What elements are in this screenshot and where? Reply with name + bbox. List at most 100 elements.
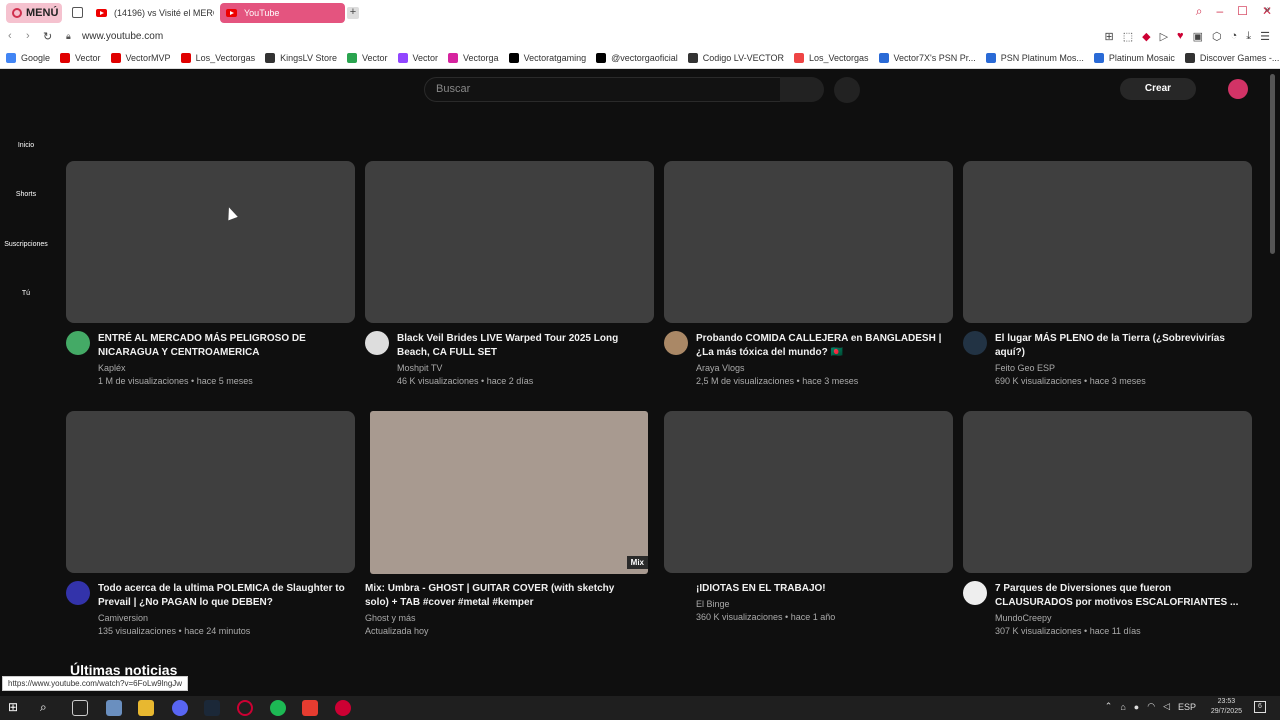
- scrollbar[interactable]: [1270, 74, 1275, 254]
- video-thumbnail[interactable]: [365, 161, 654, 323]
- opera-icon[interactable]: [237, 700, 253, 716]
- sidebar-item-tu[interactable]: Tú: [0, 290, 52, 297]
- discord-icon[interactable]: [172, 700, 188, 716]
- video-card[interactable]: Mix Mix: Umbra - GHOST | GUITAR COVER (wi…: [365, 411, 654, 636]
- language[interactable]: ESP: [1178, 702, 1196, 712]
- sidebar-item-inicio[interactable]: Inicio: [0, 142, 52, 149]
- bookmark-item[interactable]: Vector: [347, 53, 388, 63]
- channel-name[interactable]: Kapléx: [98, 363, 354, 373]
- spotify-icon[interactable]: [270, 700, 286, 716]
- channel-name[interactable]: Feito Geo ESP: [995, 363, 1251, 373]
- task-view-icon[interactable]: [72, 700, 88, 716]
- snapshot-icon[interactable]: ⬚: [1123, 30, 1133, 43]
- channel-name[interactable]: MundoCreepy: [995, 613, 1251, 623]
- browser-menu-button[interactable]: MENÚ: [6, 3, 62, 23]
- bookmark-item[interactable]: Los_Vectorgas: [793, 53, 869, 63]
- bookmark-item[interactable]: PSN Platinum Mos...: [985, 53, 1084, 63]
- forward-icon[interactable]: ›: [26, 30, 30, 42]
- wifi-icon[interactable]: ◠: [1147, 701, 1155, 712]
- video-thumbnail[interactable]: [963, 411, 1252, 573]
- bookmark-item[interactable]: Discover Games -...: [1184, 53, 1279, 63]
- mic-icon[interactable]: ●: [1134, 702, 1139, 712]
- video-thumbnail[interactable]: [963, 161, 1252, 323]
- channel-name[interactable]: Araya Vlogs: [696, 363, 952, 373]
- lock-icon[interactable]: 🔒︎: [66, 31, 74, 41]
- tab-workspace-icon[interactable]: [72, 7, 83, 18]
- tab-youtube[interactable]: YouTube: [220, 3, 345, 23]
- search-icon[interactable]: ⌕: [1196, 4, 1203, 19]
- account-icon[interactable]: ◔: [1231, 30, 1238, 43]
- play-icon[interactable]: ▷: [1160, 30, 1168, 43]
- video-title[interactable]: ENTRÉ AL MERCADO MÁS PELIGROSO DE NICARA…: [98, 332, 354, 360]
- video-card[interactable]: ¡IDIOTAS EN EL TRABAJO! El Binge 360 K vis…: [664, 411, 953, 622]
- menu-icon[interactable]: ☰: [1260, 30, 1270, 43]
- channel-name[interactable]: Ghost y más: [365, 613, 621, 623]
- channel-name[interactable]: El Binge: [696, 599, 952, 609]
- video-title[interactable]: ¡IDIOTAS EN EL TRABAJO!: [696, 582, 952, 596]
- app-icon[interactable]: [106, 700, 122, 716]
- back-icon[interactable]: ‹: [8, 30, 12, 42]
- bookmark-item[interactable]: Vector: [397, 53, 438, 63]
- video-thumbnail[interactable]: [66, 411, 355, 573]
- shield-icon[interactable]: ◆: [1142, 30, 1150, 43]
- sidebar-item-suscripciones[interactable]: Suscripciones: [0, 241, 52, 248]
- bookmark-item[interactable]: Vectoratgaming: [508, 53, 586, 63]
- heart-icon[interactable]: ♥: [1177, 30, 1184, 43]
- steam-icon[interactable]: [204, 700, 220, 716]
- bookmark-item[interactable]: Vector: [60, 53, 101, 63]
- reload-icon[interactable]: ↻: [43, 30, 52, 43]
- video-card[interactable]: El lugar MÁS PLENO de la Tierra (¿Sobrev…: [963, 161, 1252, 386]
- bookmark-item[interactable]: Google: [6, 53, 50, 63]
- extension-icon[interactable]: ▣: [1193, 30, 1203, 43]
- minimize-icon[interactable]: –: [1216, 4, 1223, 19]
- channel-avatar[interactable]: [365, 331, 389, 355]
- search-input[interactable]: Buscar: [424, 77, 781, 102]
- folder-icon[interactable]: [138, 700, 154, 716]
- voice-search-button[interactable]: [834, 77, 860, 103]
- bookmark-item[interactable]: Platinum Mosaic: [1093, 53, 1175, 63]
- bookmark-item[interactable]: Vector7X's PSN Pr...: [878, 53, 976, 63]
- notification-icon[interactable]: 6: [1254, 701, 1266, 713]
- video-card[interactable]: 7 Parques de Diversiones que fueron CLAU…: [963, 411, 1252, 636]
- video-thumbnail[interactable]: Mix: [370, 411, 648, 574]
- channel-avatar[interactable]: [963, 331, 987, 355]
- video-title[interactable]: Todo acerca de la ultima POLEMICA de Sla…: [98, 582, 354, 610]
- bookmark-item[interactable]: Vectorga: [448, 53, 499, 63]
- channel-avatar[interactable]: [66, 331, 90, 355]
- video-thumbnail[interactable]: [664, 161, 953, 323]
- channel-avatar[interactable]: [664, 331, 688, 355]
- clock[interactable]: 23:53 29/7/2025: [1211, 697, 1242, 717]
- channel-name[interactable]: Camiversion: [98, 613, 354, 623]
- video-card[interactable]: ENTRÉ AL MERCADO MÁS PELIGROSO DE NICARA…: [66, 161, 355, 386]
- new-tab-button[interactable]: +: [347, 7, 359, 19]
- video-title[interactable]: Mix: Umbra - GHOST | GUITAR COVER (with …: [365, 582, 621, 610]
- video-card[interactable]: Probando COMIDA CALLEJERA en BANGLADESH …: [664, 161, 953, 386]
- video-card[interactable]: Todo acerca de la ultima POLEMICA de Sla…: [66, 411, 355, 636]
- bookmark-item[interactable]: KingsLV Store: [265, 53, 337, 63]
- tab-video[interactable]: (14196) vs Visité el MERCADO: [90, 3, 216, 23]
- volume-icon[interactable]: ◁: [1163, 701, 1170, 712]
- video-title[interactable]: 7 Parques de Diversiones que fueron CLAU…: [995, 582, 1251, 610]
- download-icon[interactable]: ⤓: [1246, 30, 1251, 43]
- bookmark-item[interactable]: Los_Vectorgas: [180, 53, 255, 63]
- bookmark-item[interactable]: @vectorgaoficial: [596, 53, 678, 63]
- bookmark-item[interactable]: Codigo LV-VECTOR: [687, 53, 784, 63]
- video-title[interactable]: Black Veil Brides LIVE Warped Tour 2025 …: [397, 332, 653, 360]
- video-title[interactable]: Probando COMIDA CALLEJERA en BANGLADESH …: [696, 332, 952, 360]
- channel-avatar[interactable]: [963, 581, 987, 605]
- app-icon[interactable]: [335, 700, 351, 716]
- puzzle-icon[interactable]: ⬡: [1212, 30, 1222, 43]
- video-title[interactable]: El lugar MÁS PLENO de la Tierra (¿Sobrev…: [995, 332, 1251, 360]
- url-field[interactable]: www.youtube.com: [82, 31, 163, 42]
- chevron-up-icon[interactable]: ⌃: [1105, 701, 1113, 712]
- avatar[interactable]: [1228, 79, 1248, 99]
- video-thumbnail[interactable]: [66, 161, 355, 323]
- windows-start-icon[interactable]: ⊞: [8, 700, 24, 716]
- video-thumbnail[interactable]: [664, 411, 953, 573]
- maximize-icon[interactable]: ☐: [1237, 4, 1248, 19]
- video-card[interactable]: Black Veil Brides LIVE Warped Tour 2025 …: [365, 161, 654, 386]
- search-icon[interactable]: ⌕: [40, 700, 56, 716]
- brave-icon[interactable]: [302, 700, 318, 716]
- bookmark-item[interactable]: VectorMVP: [110, 53, 171, 63]
- network-icon[interactable]: ⌂: [1120, 702, 1125, 712]
